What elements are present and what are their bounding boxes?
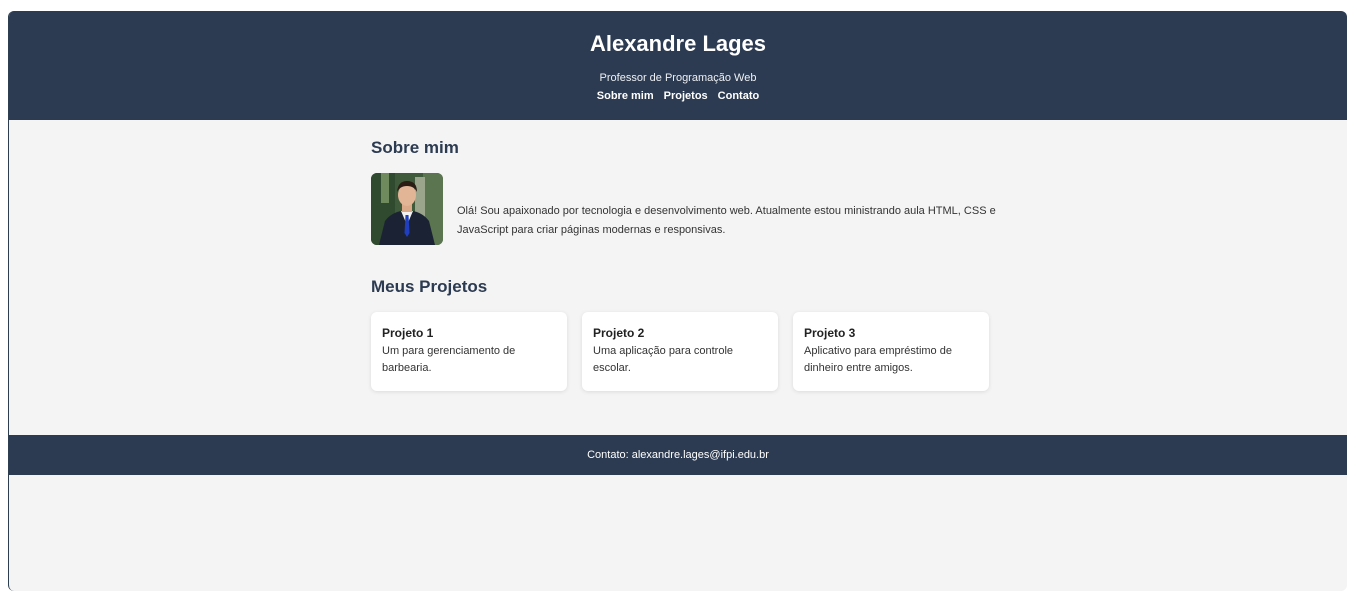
- project-title: Projeto 1: [382, 326, 434, 340]
- project-title: Projeto 2: [593, 326, 645, 340]
- project-description: Uma aplicação para controle escolar.: [593, 345, 734, 374]
- page-frame: Alexandre Lages Professor de Programação…: [8, 11, 1347, 591]
- about-text: Olá! Sou apaixonado por tecnologia e des…: [457, 205, 996, 236]
- main-nav: Sobre mim Projetos Contato: [9, 89, 1347, 103]
- site-footer: Contato: alexandre.lages@ifpi.edu.br: [9, 435, 1347, 475]
- site-title: Alexandre Lages: [589, 31, 767, 56]
- site-subtitle: Professor de Programação Web: [599, 72, 757, 84]
- nav-link-sobre-mim[interactable]: Sobre mim: [597, 89, 654, 103]
- project-card-2[interactable]: Projeto 2 Uma aplicação para controle es…: [582, 312, 778, 391]
- nav-link-contato[interactable]: Contato: [718, 89, 760, 103]
- nav-link-projetos[interactable]: Projetos: [664, 89, 708, 103]
- profile-photo: [371, 173, 443, 245]
- project-description: Aplicativo para empréstimo de dinheiro e…: [804, 345, 952, 374]
- site-header: Alexandre Lages Professor de Programação…: [9, 11, 1347, 120]
- footer-contact: Contato: alexandre.lages@ifpi.edu.br: [587, 449, 769, 461]
- project-title: Projeto 3: [804, 326, 856, 340]
- projects-heading: Meus Projetos: [371, 277, 488, 296]
- project-description: Um para gerenciamento de barbearia.: [382, 345, 516, 374]
- project-card-3[interactable]: Projeto 3 Aplicativo para empréstimo de …: [793, 312, 989, 391]
- project-card-1[interactable]: Projeto 1 Um para gerenciamento de barbe…: [371, 312, 567, 391]
- projects-list: Projeto 1 Um para gerenciamento de barbe…: [371, 312, 989, 391]
- about-heading: Sobre mim: [371, 138, 459, 157]
